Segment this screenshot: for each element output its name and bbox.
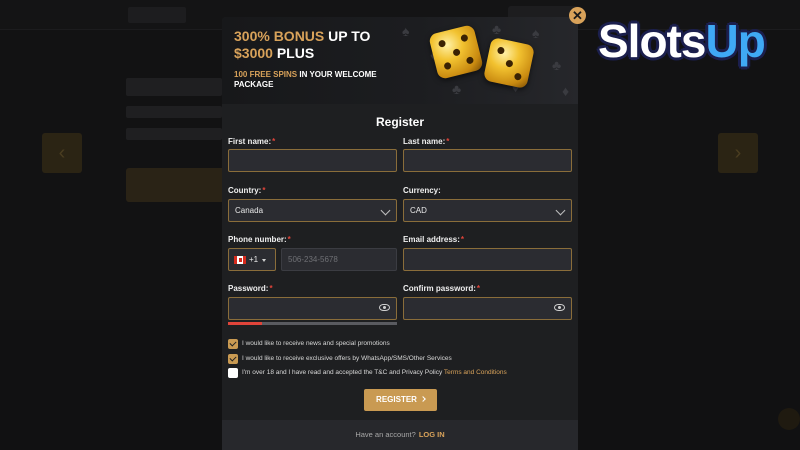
country-label: Country:*	[228, 186, 266, 195]
login-link[interactable]: LOG IN	[419, 430, 445, 439]
chevron-right-icon	[420, 396, 426, 402]
register-modal: ♠♦ ♠♣ ♦♣ ♦♣ 300% BONUS UP TO $3000 PLUS …	[222, 17, 578, 450]
form-title: Register	[375, 115, 425, 129]
slotsup-watermark: SlotsUp	[598, 12, 788, 70]
background-prev-arrow: ‹	[42, 133, 82, 173]
chevron-down-icon	[262, 259, 266, 262]
bonus-headline: 300% BONUS UP TO $3000 PLUS	[234, 28, 371, 61]
email-input[interactable]	[403, 248, 572, 271]
login-footer: Have an account? LOG IN	[222, 420, 578, 450]
offers-checkbox-label: I would like to receive exclusive offers…	[242, 355, 452, 362]
register-button[interactable]: REGISTER	[364, 389, 437, 411]
bonus-banner: ♠♦ ♠♣ ♦♣ ♦♣ 300% BONUS UP TO $3000 PLUS …	[222, 17, 578, 104]
country-select[interactable]: Canada	[228, 199, 397, 222]
password-strength-fill	[228, 322, 262, 325]
currency-label: Currency:	[403, 186, 441, 195]
close-icon[interactable]: ✕	[569, 7, 586, 24]
dice-icon	[482, 36, 536, 90]
confirm-password-input[interactable]	[403, 297, 572, 320]
card-suits-decoration: ♠♦ ♠♣ ♦♣ ♦♣	[402, 21, 570, 99]
chevron-down-icon	[380, 205, 391, 216]
terms-checkbox-label: I'm over 18 and I have read and accepted…	[242, 369, 507, 376]
terms-checkbox[interactable]	[228, 368, 238, 378]
background-heading	[126, 78, 222, 96]
free-spins-text: 100 FREE SPINS IN YOUR WELCOME PACKAGE	[234, 70, 377, 89]
news-checkbox-label: I would like to receive news and special…	[242, 340, 390, 347]
country-value: Canada	[235, 206, 264, 215]
background-subheading	[126, 128, 222, 140]
offers-checkbox[interactable]	[228, 354, 238, 364]
password-label: Password:*	[228, 284, 273, 293]
last-name-label: Last name:*	[403, 137, 450, 146]
dial-code-select[interactable]: +1	[228, 248, 276, 271]
terms-link[interactable]: Terms and Conditions	[444, 369, 507, 376]
background-next-arrow: ›	[718, 133, 758, 173]
news-checkbox[interactable]	[228, 339, 238, 349]
last-name-input[interactable]	[403, 149, 572, 172]
confirm-password-label: Confirm password:*	[403, 284, 481, 293]
eye-icon[interactable]	[554, 304, 565, 311]
canada-flag-icon	[234, 256, 246, 264]
phone-input[interactable]: 506-234-5678	[281, 248, 397, 271]
background-chat-button	[778, 408, 800, 430]
email-label: Email address:*	[403, 235, 465, 244]
background-subheading	[126, 106, 222, 118]
chevron-down-icon	[555, 205, 566, 216]
background-cta-button	[126, 168, 226, 202]
background-logo	[128, 7, 186, 23]
password-input[interactable]	[228, 297, 397, 320]
first-name-label: First name:*	[228, 137, 276, 146]
watermark-logo-text: SlotsUp	[598, 15, 766, 67]
phone-label: Phone number:*	[228, 235, 291, 244]
password-strength-bar	[228, 322, 397, 325]
dial-code-value: +1	[249, 255, 259, 264]
eye-icon[interactable]	[379, 304, 390, 311]
currency-value: CAD	[410, 206, 427, 215]
currency-select[interactable]: CAD	[403, 199, 572, 222]
first-name-input[interactable]	[228, 149, 397, 172]
have-account-text: Have an account?	[355, 430, 416, 439]
